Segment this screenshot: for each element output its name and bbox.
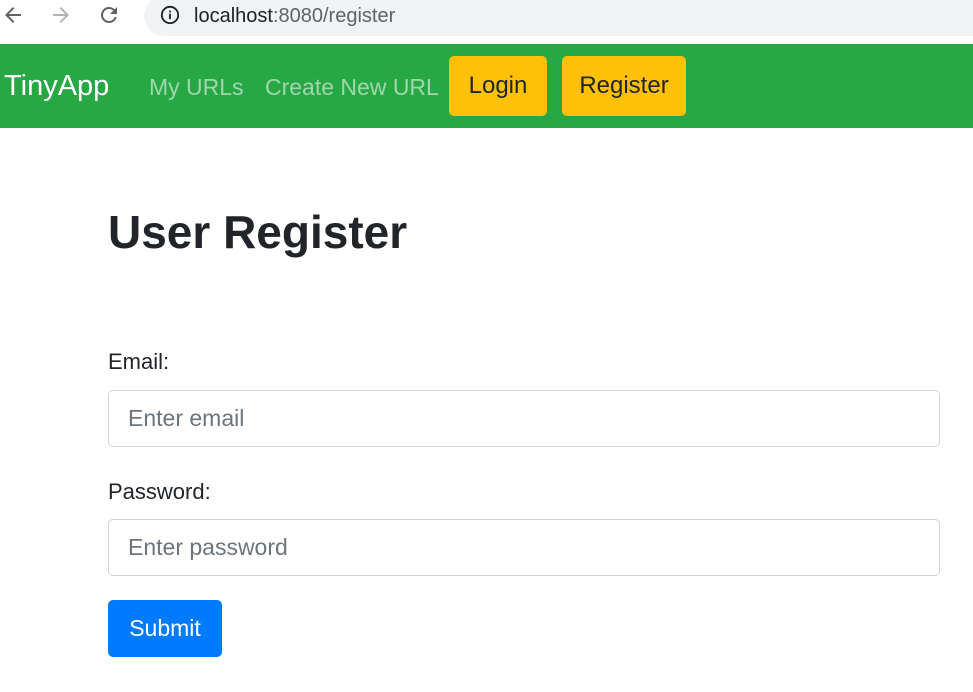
url-host: localhost <box>194 5 273 27</box>
reload-icon[interactable] <box>96 2 122 28</box>
login-button[interactable]: Login <box>449 56 547 116</box>
nav-link-create-new-url[interactable]: Create New URL <box>265 72 439 102</box>
address-url[interactable]: localhost:8080/register <box>194 4 395 28</box>
password-label: Password: <box>108 479 211 504</box>
app-navbar: TinyApp My URLs Create New URL Login Reg… <box>0 44 973 128</box>
forward-arrow-icon[interactable] <box>48 2 74 28</box>
brand-link[interactable]: TinyApp <box>4 68 109 104</box>
email-label: Email: <box>108 349 170 374</box>
browser-toolbar: localhost:8080/register <box>0 0 973 44</box>
page-title: User Register <box>108 206 408 258</box>
register-button[interactable]: Register <box>562 56 686 116</box>
info-icon[interactable] <box>160 5 180 25</box>
password-input[interactable] <box>108 519 940 576</box>
submit-button[interactable]: Submit <box>108 600 222 657</box>
back-arrow-icon[interactable] <box>0 2 26 28</box>
email-input[interactable] <box>108 390 940 447</box>
url-path: :8080/register <box>272 5 396 27</box>
nav-link-my-urls[interactable]: My URLs <box>149 72 244 102</box>
